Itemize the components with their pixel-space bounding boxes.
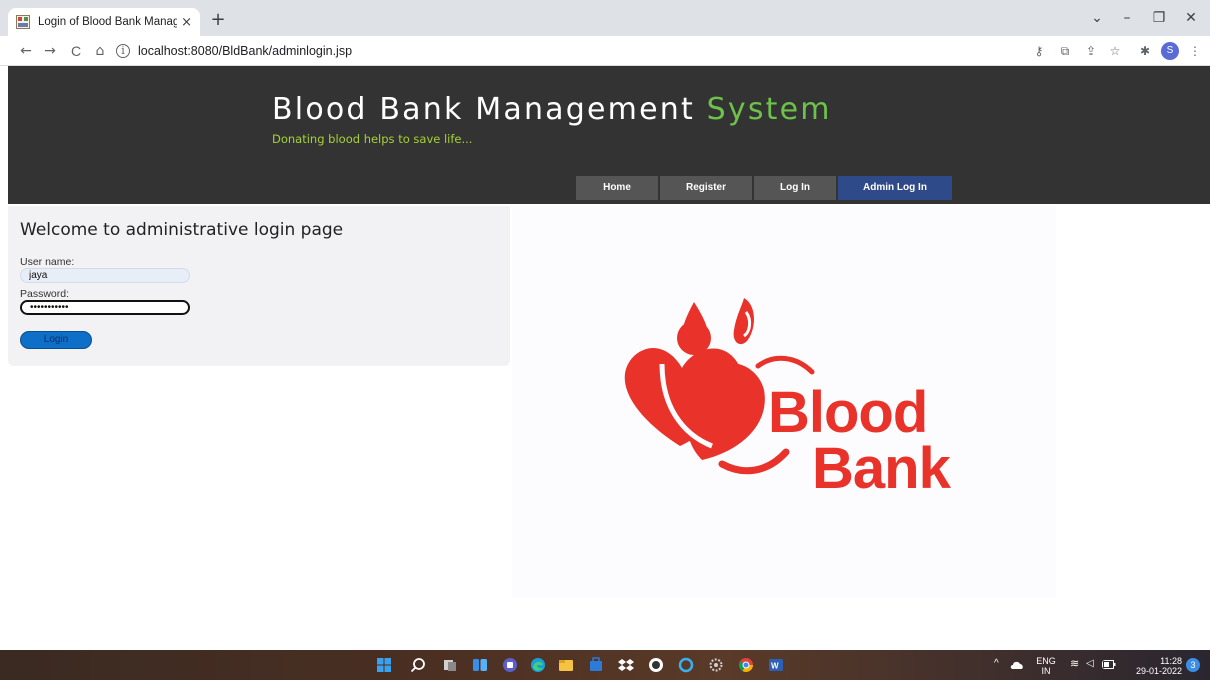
username-input[interactable] — [20, 268, 190, 283]
teams-chat-icon[interactable] — [502, 657, 518, 673]
volume-icon[interactable]: ◁ — [1086, 659, 1094, 669]
page-content: Blood Bank Management System Donating bl… — [8, 66, 1210, 650]
admin-login-form: Welcome to administrative login page Use… — [8, 206, 510, 366]
home-button[interactable]: ⌂ — [90, 41, 110, 61]
site-header: Blood Bank Management System Donating bl… — [8, 66, 1210, 204]
site-tagline: Donating blood helps to save life... — [272, 132, 473, 146]
onedrive-cloud-icon[interactable] — [1010, 659, 1024, 671]
notification-badge[interactable]: 3 — [1186, 658, 1200, 672]
file-explorer-icon[interactable] — [558, 657, 574, 673]
browser-tabstrip: Login of Blood Bank Manageme × + ⌄ – ❐ ✕ — [0, 0, 1210, 36]
site-title-accent: System — [706, 92, 832, 127]
tab-title: Login of Blood Bank Manageme — [38, 16, 178, 28]
password-input[interactable] — [20, 300, 190, 315]
translate-icon[interactable]: ⧉ — [1056, 43, 1074, 59]
site-info-icon[interactable]: i — [116, 44, 130, 58]
blood-bank-logo-graphic: Blood Bank — [624, 298, 953, 501]
edge-browser-icon[interactable] — [530, 657, 546, 673]
extensions-puzzle-icon[interactable]: ✱ — [1136, 43, 1154, 59]
blood-bank-logo: Blood Bank — [512, 206, 1056, 598]
word-app-icon[interactable]: W — [768, 657, 784, 673]
cortana-icon[interactable] — [678, 657, 694, 673]
settings-gear-icon[interactable] — [708, 657, 724, 673]
nav-login-link[interactable]: Log In — [754, 176, 836, 200]
bookmark-star-icon[interactable]: ☆ — [1106, 43, 1124, 59]
dropbox-icon[interactable] — [618, 657, 634, 673]
browser-toolbar: ← → C ⌂ i localhost:8080/BldBank/adminlo… — [0, 36, 1210, 66]
profile-avatar[interactable]: S — [1161, 42, 1179, 60]
task-view-icon[interactable] — [442, 657, 458, 673]
nav-home-link[interactable]: Home — [576, 176, 658, 200]
tab-close-icon[interactable]: × — [181, 16, 192, 29]
site-favicon-icon — [16, 15, 30, 29]
search-icon[interactable] — [410, 657, 426, 673]
forward-button[interactable]: → — [40, 41, 60, 61]
tab-search-chevron-icon[interactable]: ⌄ — [1082, 8, 1112, 28]
back-button[interactable]: ← — [16, 41, 36, 61]
password-label: Password: — [20, 288, 70, 300]
language-region: IN — [1041, 666, 1051, 676]
new-tab-button[interactable]: + — [208, 10, 228, 30]
chrome-browser-icon[interactable] — [738, 657, 754, 673]
svg-text:W: W — [771, 662, 779, 671]
windows-start-icon[interactable] — [376, 657, 392, 673]
clock-time: 11:28 — [1160, 656, 1182, 666]
close-window-button[interactable]: ✕ — [1176, 8, 1206, 28]
system-clock[interactable]: 11:28 29-01-2022 — [1126, 656, 1182, 676]
main-nav: Home Register Log In Admin Log In — [576, 176, 954, 200]
key-icon[interactable]: ⚷ — [1030, 43, 1048, 59]
windows-taskbar: W ^ ENG IN ≋ ◁ 11:28 29-01-2022 3 — [0, 650, 1210, 680]
restore-button[interactable]: ❐ — [1144, 8, 1174, 28]
clock-date: 29-01-2022 — [1135, 666, 1182, 676]
language-indicator[interactable]: ENG IN — [1034, 656, 1058, 676]
minimize-button[interactable]: – — [1112, 8, 1142, 28]
logo-word-bank: Bank — [812, 436, 952, 501]
share-icon[interactable]: ⇪ — [1082, 43, 1100, 59]
reload-button[interactable]: C — [66, 41, 86, 61]
browser-menu-icon[interactable]: ⋮ — [1186, 43, 1204, 59]
nav-register-link[interactable]: Register — [660, 176, 752, 200]
wifi-icon[interactable]: ≋ — [1070, 659, 1079, 670]
microsoft-store-icon[interactable] — [588, 657, 604, 673]
nav-admin-login-link[interactable]: Admin Log In — [838, 176, 952, 200]
site-title: Blood Bank Management System — [272, 92, 832, 127]
login-button[interactable]: Login — [20, 331, 92, 349]
battery-icon[interactable] — [1102, 660, 1116, 669]
language-code: ENG — [1036, 656, 1056, 666]
tray-overflow-chevron-icon[interactable]: ^ — [994, 659, 999, 669]
address-url: localhost:8080/BldBank/adminlogin.jsp — [138, 44, 353, 58]
username-label: User name: — [20, 256, 75, 268]
obs-studio-icon[interactable] — [648, 657, 664, 673]
login-heading: Welcome to administrative login page — [20, 220, 344, 240]
site-title-main: Blood Bank Management — [272, 92, 707, 127]
browser-tab-active[interactable]: Login of Blood Bank Manageme × — [8, 8, 200, 36]
widgets-icon[interactable] — [472, 657, 488, 673]
